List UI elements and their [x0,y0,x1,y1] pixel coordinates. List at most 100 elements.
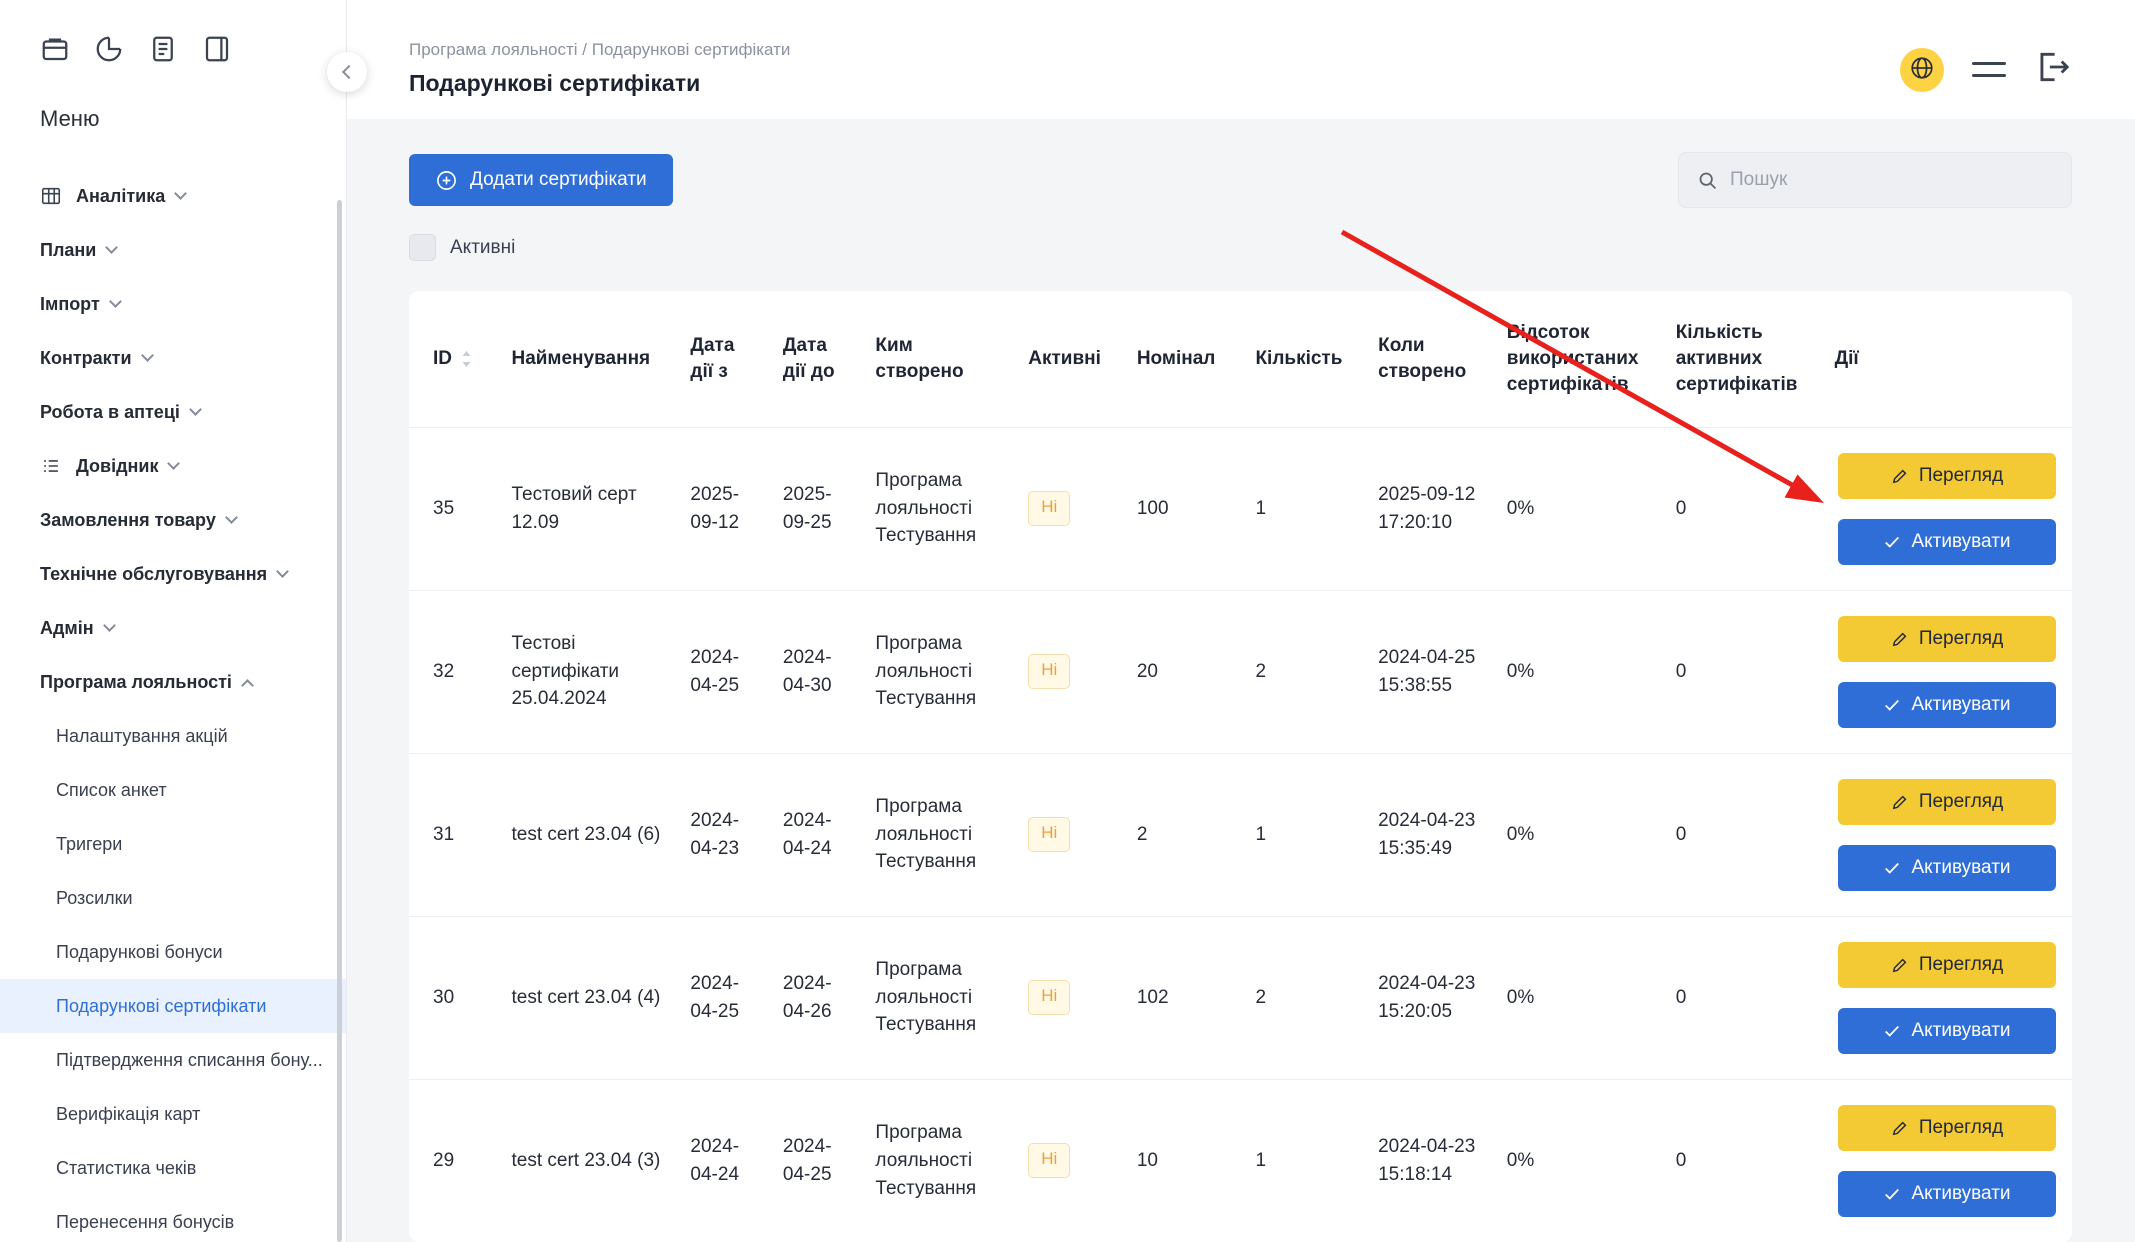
cell-quantity: 1 [1241,1079,1364,1242]
submenu-item-bonus-transfer[interactable]: Перенесення бонусів [0,1195,346,1242]
cell-date-from: 2024-04-25 [676,590,769,753]
submenu-item-card-verification[interactable]: Верифікація карт [0,1087,346,1141]
status-badge: Ні [1028,491,1070,526]
submenu-item-gift-certificates[interactable]: Подарункові сертифікати [0,979,346,1033]
sidebar-item-orders[interactable]: Замовлення товару [0,493,346,547]
list-icon [40,455,62,477]
search-icon [1697,170,1718,191]
activate-button[interactable]: Активувати [1838,845,2056,891]
plus-circle-icon [435,169,458,192]
submenu-item-label: Статистика чеків [56,1158,196,1179]
column-header-id[interactable]: ID [409,291,497,427]
cell-id: 29 [409,1079,497,1242]
logout-icon[interactable] [2034,48,2072,86]
submenu-item-questionnaires[interactable]: Список анкет [0,763,346,817]
pencil-icon [1891,1119,1909,1137]
view-button[interactable]: Перегляд [1838,616,2056,662]
column-header-created-at: Коли створено [1364,291,1493,427]
sidebar-item-contracts[interactable]: Контракти [0,331,346,385]
cell-id: 31 [409,753,497,916]
view-button[interactable]: Перегляд [1838,453,2056,499]
cell-quantity: 1 [1241,753,1364,916]
sidebar-item-analytics[interactable]: Аналітика [0,169,346,223]
submenu-item-label: Налаштування акцій [56,726,228,747]
view-button[interactable]: Перегляд [1838,779,2056,825]
sidebar-item-label: Програма лояльності [40,672,232,693]
certificates-table: ID Найменування Дата дії з Дата дії до К… [409,291,2072,1242]
cell-date-to: 2025-09-25 [769,427,862,590]
table-row: 29 test cert 23.04 (3) 2024-04-24 2024-0… [409,1079,2072,1242]
cell-nominal: 20 [1123,590,1242,753]
sidebar-item-directory[interactable]: Довідник [0,439,346,493]
status-badge: Ні [1028,817,1070,852]
book-icon[interactable] [202,34,232,64]
cell-id: 35 [409,427,497,590]
column-header-name: Найменування [497,291,676,427]
cell-name: Тестові сертифікати 25.04.2024 [497,590,676,753]
submenu-item-label: Подарункові бонуси [56,942,223,963]
sidebar-item-plans[interactable]: Плани [0,223,346,277]
pencil-icon [1891,630,1909,648]
column-header-created-by: Ким створено [861,291,1014,427]
breadcrumb[interactable]: Програма лояльності / Подарункові сертиф… [409,40,790,60]
search-box[interactable] [1678,152,2072,208]
table-row: 32 Тестові сертифікати 25.04.2024 2024-0… [409,590,2072,753]
pie-chart-icon[interactable] [94,34,124,64]
submenu-item-label: Підтвердження списання бону... [56,1050,323,1071]
sidebar-item-pharmacy-work[interactable]: Робота в аптеці [0,385,346,439]
view-button[interactable]: Перегляд [1838,1105,2056,1151]
cell-created-at: 2025-09-12 17:20:10 [1364,427,1493,590]
cell-actions: Перегляд Активувати [1821,590,2072,753]
cell-date-from: 2024-04-23 [676,753,769,916]
menu-icon[interactable] [1972,48,2006,86]
sidebar-item-maintenance[interactable]: Технічне обслуговування [0,547,346,601]
table-row: 30 test cert 23.04 (4) 2024-04-25 2024-0… [409,916,2072,1079]
activate-button[interactable]: Активувати [1838,682,2056,728]
language-button[interactable] [1900,48,1944,92]
sort-icon[interactable] [460,349,473,369]
check-icon [1883,1022,1901,1040]
cell-created-at: 2024-04-23 15:20:05 [1364,916,1493,1079]
sidebar-scrollbar[interactable] [337,200,342,1242]
active-filter-checkbox[interactable] [409,234,436,261]
cell-name: test cert 23.04 (3) [497,1079,676,1242]
submenu-item-mailings[interactable]: Розсилки [0,871,346,925]
submenu-item-bonus-writeoff-confirmation[interactable]: Підтвердження списання бону... [0,1033,346,1087]
submenu-item-label: Перенесення бонусів [56,1212,234,1233]
search-input[interactable] [1730,169,2053,191]
sidebar-item-admin[interactable]: Адмін [0,601,346,655]
submenu-item-promo-settings[interactable]: Налаштування акцій [0,709,346,763]
check-icon [1883,696,1901,714]
activate-button[interactable]: Активувати [1838,1171,2056,1217]
wallet-icon[interactable] [40,34,70,64]
chevron-down-icon [276,565,289,578]
cell-nominal: 100 [1123,427,1242,590]
cell-actions: Перегляд Активувати [1821,427,2072,590]
sidebar-item-label: Робота в аптеці [40,402,180,423]
activate-button[interactable]: Активувати [1838,519,2056,565]
document-icon[interactable] [148,34,178,64]
chevron-down-icon [225,511,238,524]
submenu-item-triggers[interactable]: Тригери [0,817,346,871]
submenu-item-gift-bonuses[interactable]: Подарункові бонуси [0,925,346,979]
submenu-item-receipt-statistics[interactable]: Статистика чеків [0,1141,346,1195]
cell-date-to: 2024-04-25 [769,1079,862,1242]
menu-title: Меню [40,106,346,132]
view-button[interactable]: Перегляд [1838,942,2056,988]
sidebar-item-label: Замовлення товару [40,510,216,531]
sidebar-collapse-button[interactable] [327,52,367,92]
add-certificates-button[interactable]: Додати сертифікати [409,154,673,206]
sidebar-item-loyalty-program[interactable]: Програма лояльності [0,655,346,709]
chevron-down-icon [174,187,187,200]
cell-date-from: 2024-04-25 [676,916,769,1079]
cell-name: Тестовий серт 12.09 [497,427,676,590]
cell-active-count: 0 [1662,1079,1821,1242]
cell-active: Ні [1014,1079,1123,1242]
sidebar-item-import[interactable]: Імпорт [0,277,346,331]
cell-used-percent: 0% [1493,427,1662,590]
cell-nominal: 2 [1123,753,1242,916]
activate-button[interactable]: Активувати [1838,1008,2056,1054]
column-header-actions: Дії [1821,291,2072,427]
chevron-left-icon [342,65,356,79]
cell-id: 30 [409,916,497,1079]
